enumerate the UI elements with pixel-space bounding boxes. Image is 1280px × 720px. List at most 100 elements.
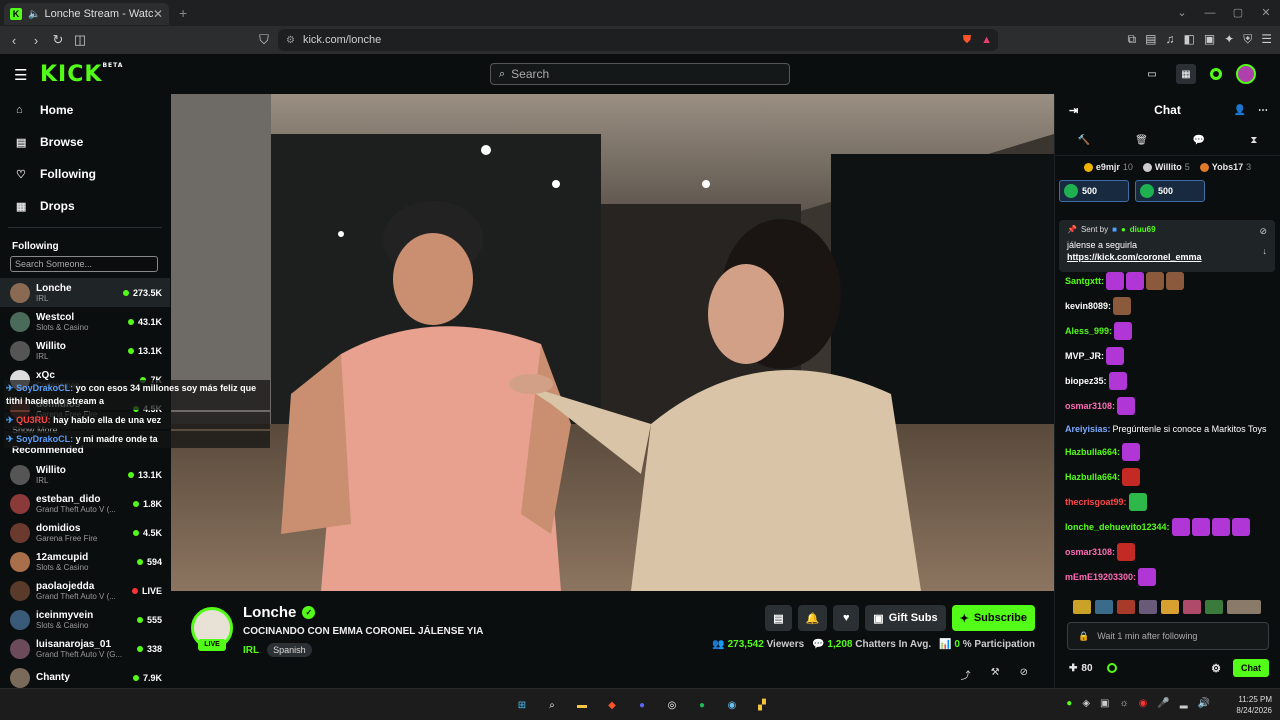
hourglass-icon[interactable]: ⧗ — [1250, 135, 1257, 146]
tray-icon[interactable]: ☼ — [1119, 698, 1128, 709]
extensions-icon[interactable]: ⧉ — [1128, 32, 1137, 47]
sidebar-toggle-icon[interactable]: ◫ — [70, 32, 90, 48]
layout-icon[interactable]: ▦ — [1176, 64, 1196, 84]
chat-username[interactable]: Hazbulla664: — [1065, 470, 1120, 484]
chat-username[interactable]: biopez35: — [1065, 374, 1107, 388]
tray-icon[interactable]: ● — [1066, 698, 1072, 709]
app-icon[interactable]: ▞ — [752, 695, 772, 715]
leaderboard-entry[interactable]: e9mjr 10 — [1083, 162, 1133, 172]
hamburger-menu-icon[interactable]: ☰ — [14, 66, 27, 84]
category-link[interactable]: IRL — [243, 645, 259, 656]
volume-icon[interactable]: 🔊 — [1198, 698, 1210, 709]
chat-username[interactable]: mEmE19203300: — [1065, 570, 1136, 584]
start-icon[interactable]: ⊞ — [512, 695, 532, 715]
channel-item[interactable]: Chanty 7.9K — [0, 663, 170, 688]
streamer-name[interactable]: Lonche ✓ — [243, 604, 316, 621]
search-icon[interactable]: ⌕ — [542, 695, 562, 715]
channel-item[interactable]: Lonche IRL 273.5K — [0, 278, 170, 307]
channel-item[interactable]: iceinmyvein Slots & Casino 555 — [0, 605, 170, 634]
chat-username[interactable]: MVP_JR: — [1065, 349, 1104, 363]
clock[interactable]: 11:25 PM 8/24/2026 — [1236, 694, 1272, 716]
clip-button[interactable]: ▤ — [765, 605, 792, 631]
kicks-gift[interactable]: 500 — [1135, 180, 1205, 202]
channel-item[interactable]: paolaojedda Grand Theft Auto V (... LIVE — [0, 576, 170, 605]
channel-item[interactable]: luisanarojas_01 Grand Theft Auto V (G...… — [0, 634, 170, 663]
hammer-icon[interactable]: 🔨 — [1078, 135, 1090, 146]
kick-points-icon[interactable] — [1210, 68, 1222, 80]
chat-username[interactable]: thecrisgoat99: — [1065, 495, 1127, 509]
chat-username[interactable]: Santgxtt: — [1065, 274, 1104, 288]
kick-coin-icon[interactable] — [1106, 663, 1117, 673]
sidebar-icon[interactable]: ◧ — [1183, 32, 1194, 47]
sidebar-item-browse[interactable]: ▤ Browse — [0, 126, 170, 158]
chat-points[interactable]: ✚ 80 — [1069, 663, 1093, 674]
leaderboard-entry[interactable]: Yobs17 3 — [1199, 162, 1251, 172]
theater-mode-icon[interactable]: ▭ — [1142, 64, 1162, 84]
mic-icon[interactable]: 🎤 — [1157, 698, 1169, 709]
brave-rewards-icon[interactable]: ▲ — [981, 34, 992, 47]
chat-username[interactable]: Areiyisias: — [1065, 422, 1111, 436]
music-icon[interactable]: ♫ — [1165, 32, 1174, 47]
chat-username[interactable]: osmar3108: — [1065, 545, 1115, 559]
wallet-icon[interactable]: ▣ — [1204, 32, 1215, 47]
tray-icon[interactable]: ▣ — [1100, 698, 1109, 709]
send-chat-button[interactable]: Chat — [1233, 659, 1269, 677]
settings-icon[interactable]: ⚙ — [1211, 662, 1221, 675]
bookmark-icon[interactable]: ⛉ — [254, 32, 274, 48]
emote-item[interactable] — [1095, 600, 1113, 614]
notification-button[interactable]: 🔔 — [797, 605, 828, 631]
pinned-link[interactable]: https://kick.com/coronel_emma — [1067, 252, 1267, 262]
channel-item[interactable]: esteban_dido Grand Theft Auto V (... 1.8… — [0, 489, 170, 518]
channel-item[interactable]: Willito IRL 13.1K — [0, 336, 170, 365]
tray-icon[interactable]: ◈ — [1082, 698, 1090, 709]
leo-icon[interactable]: ✦ — [1224, 32, 1234, 47]
emote-item[interactable] — [1117, 600, 1135, 614]
vpn-icon[interactable]: ⛨ — [1243, 32, 1252, 47]
channel-item[interactable]: Westcol Slots & Casino 43.1K — [0, 307, 170, 336]
reader-icon[interactable]: ▤ — [1145, 32, 1156, 47]
emote-item[interactable] — [1139, 600, 1157, 614]
close-window-icon[interactable]: ✕ — [1252, 0, 1280, 26]
chat-username[interactable]: Aless_999: — [1065, 324, 1112, 338]
url-bar[interactable]: ⚙ kick.com/lonche ⛊ ▲ — [278, 29, 998, 51]
emote-item[interactable] — [1205, 600, 1223, 614]
chat-bubble-icon[interactable]: 💬 — [1193, 135, 1205, 146]
collapse-chat-icon[interactable]: ⇥ — [1069, 104, 1078, 117]
emote-item[interactable] — [1161, 600, 1179, 614]
share-icon[interactable]: ⤴ — [961, 667, 971, 682]
emote-item[interactable] — [1073, 600, 1091, 614]
emote-item[interactable] — [1227, 600, 1261, 614]
minimize-icon[interactable]: — — [1196, 0, 1224, 26]
chat-username[interactable]: Hazbulla664: — [1065, 445, 1120, 459]
unpin-icon[interactable]: ⊘ — [1259, 226, 1267, 237]
reload-icon[interactable]: ↻ — [48, 32, 68, 48]
sidebar-item-home[interactable]: ⌂ Home — [0, 94, 170, 126]
channel-item[interactable]: domidios Garena Free Fire 4.5K — [0, 518, 170, 547]
forward-icon[interactable]: › — [26, 33, 46, 48]
file-explorer-icon[interactable]: ▬ — [572, 695, 592, 715]
follow-button[interactable]: ♥ — [833, 605, 860, 631]
tools-icon[interactable]: ⚒ — [991, 667, 1000, 682]
search-input[interactable]: ⌕ Search — [490, 63, 790, 85]
close-tab-icon[interactable]: ✕ — [153, 7, 163, 21]
user-avatar[interactable] — [1236, 64, 1256, 84]
browser-tab[interactable]: K 🔈 Lonche Stream - Watch Live ✕ — [4, 3, 169, 25]
leaderboard-entry[interactable]: Willito 5 — [1142, 162, 1190, 172]
channel-item[interactable]: Willito IRL 13.1K — [0, 460, 170, 489]
steam-icon[interactable]: ◉ — [722, 695, 742, 715]
audio-icon[interactable]: 🔈 — [28, 9, 40, 20]
mute-icon[interactable]: ⊘ — [1020, 667, 1028, 682]
sidebar-item-following[interactable]: ♡ Following — [0, 158, 170, 190]
new-tab-icon[interactable]: + — [179, 5, 187, 21]
site-info-icon[interactable]: ⚙ — [286, 35, 295, 46]
more-options-icon[interactable]: ⋯ — [1258, 105, 1268, 116]
kick-logo[interactable]: KICKBETA — [40, 62, 123, 87]
language-tag[interactable]: Spanish — [267, 643, 312, 657]
brave-shield-icon[interactable]: ⛊ — [963, 34, 971, 47]
subscribe-button[interactable]: ✦ Subscribe — [951, 605, 1035, 631]
channel-item[interactable]: 12amcupid Slots & Casino 594 — [0, 547, 170, 576]
chat-username[interactable]: kevin8089: — [1065, 299, 1111, 313]
network-icon[interactable]: ▂ — [1180, 698, 1188, 709]
sidebar-item-drops[interactable]: ▦ Drops — [0, 190, 170, 222]
chat-username[interactable]: osmar3108: — [1065, 399, 1115, 413]
